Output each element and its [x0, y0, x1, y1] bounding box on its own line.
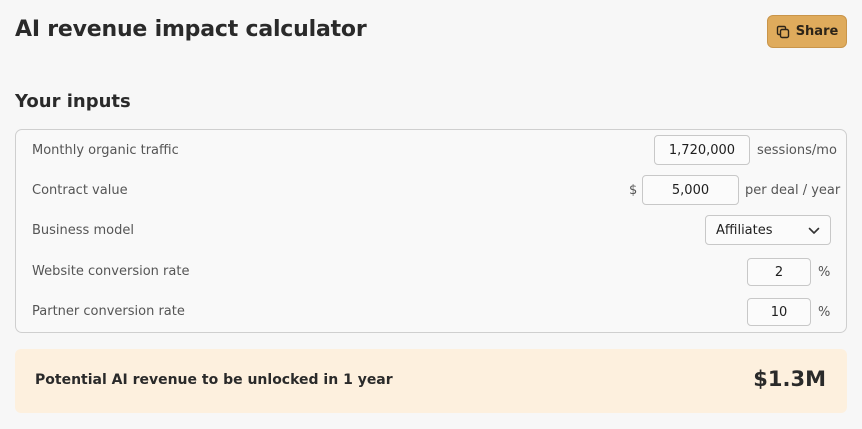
monthly-traffic-input[interactable] [654, 135, 750, 165]
currency-prefix: $ [629, 183, 638, 198]
page-title: AI revenue impact calculator [15, 17, 367, 42]
copy-icon [776, 25, 790, 39]
website-conversion-unit: % [818, 265, 831, 280]
input-row-contract-value: Contract value $ per deal / year [16, 172, 846, 208]
website-conversion-input[interactable] [747, 258, 811, 286]
partner-conversion-unit: % [818, 305, 831, 320]
inputs-card: Monthly organic traffic sessions/mo Cont… [15, 129, 847, 333]
monthly-traffic-unit: sessions/mo [757, 143, 837, 158]
result-value: $1.3M [753, 367, 826, 391]
website-conversion-label: Website conversion rate [32, 263, 190, 279]
partner-conversion-input[interactable] [747, 298, 811, 326]
calculator-page: AI revenue impact calculator Share Your … [0, 0, 862, 429]
contract-value-label: Contract value [32, 182, 128, 198]
input-row-business-model: Business model Affiliates [16, 212, 846, 248]
business-model-select[interactable]: Affiliates [705, 215, 831, 245]
share-button[interactable]: Share [767, 15, 847, 48]
share-button-label: Share [795, 24, 839, 39]
partner-conversion-label: Partner conversion rate [32, 303, 185, 319]
input-row-partner-conversion: Partner conversion rate % [16, 293, 846, 329]
business-model-label: Business model [32, 222, 134, 238]
result-label: Potential AI revenue to be unlocked in 1… [35, 372, 393, 388]
monthly-traffic-label: Monthly organic traffic [32, 142, 179, 158]
contract-value-unit: per deal / year [745, 183, 841, 198]
result-card: Potential AI revenue to be unlocked in 1… [15, 349, 847, 413]
chevron-down-icon [808, 225, 820, 240]
business-model-selected: Affiliates [716, 222, 773, 238]
section-title: Your inputs [15, 91, 131, 112]
input-row-monthly-traffic: Monthly organic traffic sessions/mo [16, 132, 846, 168]
input-row-website-conversion: Website conversion rate % [16, 253, 846, 289]
contract-value-input[interactable] [642, 175, 739, 205]
